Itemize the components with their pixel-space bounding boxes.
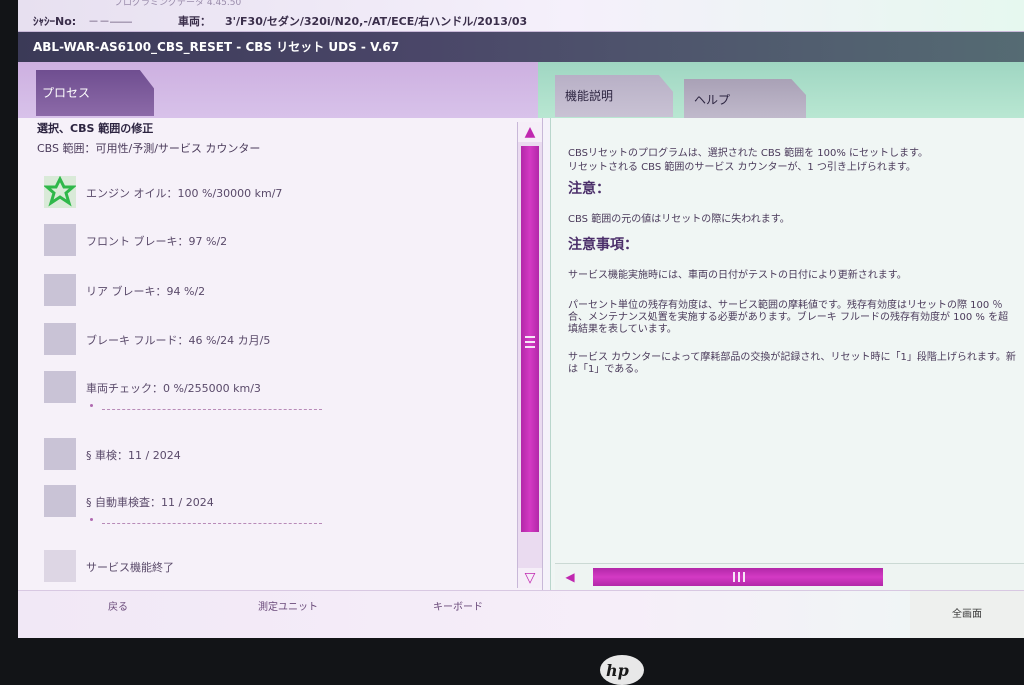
- scroll-down-icon[interactable]: ▽: [518, 568, 542, 588]
- separator-line: [102, 409, 322, 410]
- footer-toolbar: 戻る 測定ユニット キーボード 全画面: [18, 590, 1024, 638]
- scroll-thumb[interactable]: [593, 568, 883, 586]
- cbs-item-label: ブレーキ フルード：46 %/24 カ月/5: [86, 334, 271, 347]
- selection-box: [44, 438, 76, 470]
- hp-logo: hp: [600, 655, 644, 685]
- note-text: は「1」である。: [568, 364, 645, 375]
- vehicle-value: 3'/F30/セダン/320i/N20,-/AT/ECE/右ハンドル/2013/…: [225, 15, 528, 28]
- cbs-item-label: リア ブレーキ：94 %/2: [86, 285, 206, 298]
- vin-label: ｼｬｼｰNo:: [33, 15, 77, 28]
- back-button[interactable]: 戻る: [58, 591, 178, 638]
- function-description-panel: CBSリセットのプログラムは、選択された CBS 範囲を 100% にセットしま…: [550, 118, 1024, 590]
- tab-process[interactable]: プロセス: [36, 70, 154, 116]
- scroll-thumb[interactable]: [521, 146, 539, 532]
- separator-line: [102, 523, 322, 524]
- ista-screen: プログラミングデータ 4.45.50 ｼｬｼｰNo: －－―― 車両： 3'/F…: [18, 0, 1024, 638]
- procedure-title: ABL-WAR-AS6100_CBS_RESET - CBS リセット UDS …: [18, 32, 1024, 62]
- selection-box: [44, 485, 76, 517]
- programming-data-text: プログラミングデータ 4.45.50: [114, 0, 242, 8]
- tab-help[interactable]: ヘルプ: [684, 79, 806, 119]
- measuring-unit-button[interactable]: 測定ユニット: [218, 591, 358, 638]
- section-title: 選択、CBS 範囲の修正: [37, 122, 154, 135]
- right-horizontal-scrollbar[interactable]: ◀: [555, 563, 1024, 590]
- vehicle-info-bar: プログラミングデータ 4.45.50 ｼｬｼｰNo: －－―― 車両： 3'/F…: [18, 0, 1024, 32]
- keyboard-button[interactable]: キーボード: [388, 591, 528, 638]
- selection-box: [44, 274, 76, 306]
- intro-text: リセットされる CBS 範囲のサービス カウンターが、1 つ引き上げられます。: [568, 162, 916, 173]
- selection-box: [44, 550, 76, 582]
- scroll-up-icon[interactable]: ▲: [518, 122, 542, 142]
- caution-text: CBS 範囲の元の値はリセットの際に失われます。: [568, 214, 790, 225]
- intro-text: CBSリセットのプログラムは、選択された CBS 範囲を 100% にセットしま…: [568, 148, 929, 159]
- selection-box: [44, 371, 76, 403]
- selection-box: [44, 224, 76, 256]
- vehicle-label: 車両：: [178, 15, 211, 28]
- cbs-item-label: エンジン オイル：100 %/30000 km/7: [86, 187, 283, 200]
- note-text: 填結果を表しています。: [568, 324, 677, 335]
- separator-dot: [90, 404, 93, 407]
- tab-function-description[interactable]: 機能説明: [555, 75, 673, 117]
- logo-text: hp: [606, 661, 629, 680]
- fullscreen-button[interactable]: 全画面: [910, 591, 1024, 638]
- caution-heading: 注意：: [568, 181, 610, 197]
- note-text: サービス機能実施時には、車両の日付がテストの日付により更新されます。: [568, 270, 907, 281]
- notes-heading: 注意事項：: [568, 237, 638, 253]
- cbs-item-label: フロント ブレーキ：97 %/2: [86, 235, 228, 248]
- separator-dot: [90, 518, 93, 521]
- left-scrollbar[interactable]: ▲ ▽: [517, 122, 542, 588]
- scroll-left-icon[interactable]: ◀: [561, 568, 579, 586]
- grip-icon: [733, 572, 745, 582]
- vin-value: －－――: [88, 15, 132, 28]
- process-panel: 選択、CBS 範囲の修正 CBS 範囲：可用性/予測/サービス カウンター エン…: [18, 118, 543, 590]
- cbs-item-label: § 自動車検査：11 / 2024: [86, 496, 214, 509]
- grip-icon: [525, 336, 535, 348]
- section-subtitle: CBS 範囲：可用性/予測/サービス カウンター: [37, 142, 261, 155]
- cbs-item-label: 車両チェック：0 %/255000 km/3: [86, 382, 261, 395]
- selection-box: [44, 323, 76, 355]
- selected-star-icon: [44, 176, 76, 207]
- cbs-item-label: § 車検：11 / 2024: [86, 449, 181, 462]
- cbs-item-label: サービス機能終了: [86, 561, 174, 574]
